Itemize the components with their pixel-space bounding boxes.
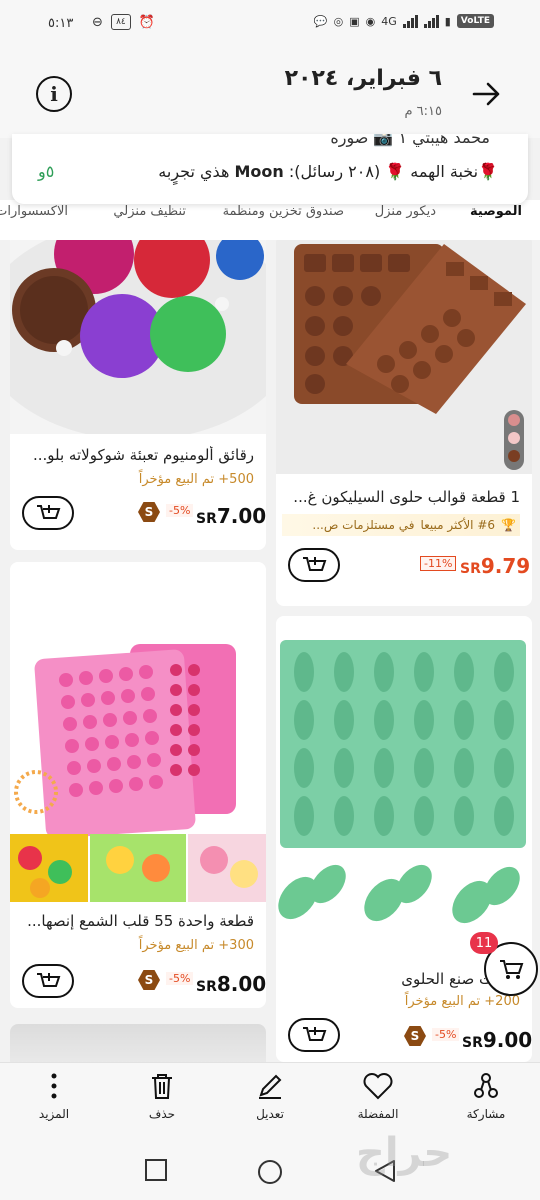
notification-group: 🌹نخبة الهمه 🌹 (٢٠٨ رسائل): [283, 162, 498, 181]
cart-plus-icon [37, 973, 61, 987]
status-bar: ٥:١٣ ⊖ ٨٤ ⏰ 💬 ◎ ▣ ◉ 4G ▮ VoLTE [0, 0, 540, 52]
notification-line1: محمد هيبتي ١ 📷 صوره [330, 134, 490, 147]
product-price: SR8.00 [196, 972, 266, 996]
cart-count-badge: 11 [470, 932, 498, 954]
alarm-icon: ⏰ [138, 14, 156, 30]
category-tabs: الموصية ديكور منزل صندوق تخزين ومنظمة تن… [0, 200, 540, 240]
product-grid: رقائق ألومنيوم تعبئة شوكولاته بلو... 500… [0, 240, 540, 1062]
favorite-button[interactable]: المفضلة [338, 1071, 418, 1121]
product-title: قطعة واحدة 55 قلب الشمع إنصها... [27, 912, 254, 930]
recents-icon[interactable] [144, 1158, 168, 1182]
product-card[interactable]: 1 قطعة قوالب حلوى السيليكون غ... 🏆 #6 ال… [276, 240, 532, 606]
trophy-icon: 🏆 [501, 518, 516, 532]
image-action-bar: مشاركة المفضلة تعديل حذف المزيد [0, 1062, 540, 1144]
favorite-label: المفضلة [357, 1107, 399, 1121]
message-icon: 💬 [313, 14, 328, 28]
info-icon[interactable]: i [36, 76, 72, 112]
product-card[interactable] [10, 1024, 266, 1062]
discount-label: -11% [420, 556, 457, 571]
add-to-cart-button[interactable] [22, 496, 74, 530]
more-label: المزيد [38, 1107, 70, 1121]
discount-label: -5% [166, 972, 194, 985]
add-to-cart-button[interactable] [288, 548, 340, 582]
dnd-icon: ⊖ [92, 14, 103, 30]
shipping-badge: S [404, 1026, 426, 1046]
notification-sender: Moon [234, 162, 284, 181]
product-card[interactable]: قطعة واحدة 55 قلب الشمع إنصها... 300+ تم… [10, 562, 266, 1008]
tab-home-decor[interactable]: ديكور منزل [375, 204, 436, 219]
watermark-logo: حراج [356, 1130, 453, 1176]
ranking-tag: 🏆 #6 الأكثر مبيعا في مستلزمات ص... [282, 514, 520, 536]
signal-2-icon [423, 14, 439, 28]
ranking-category[interactable]: في مستلزمات ص... [312, 518, 414, 532]
whatsapp-icon: ◎ [333, 14, 344, 28]
product-sold: 200+ تم البيع مؤخراً [404, 994, 520, 1009]
discount-label: -5% [166, 504, 194, 517]
discount-label: -5% [432, 1028, 460, 1041]
product-image [10, 562, 266, 902]
notification-message: هذي تجرٍبه [158, 162, 235, 181]
cart-icon [500, 960, 524, 979]
header-date: ٦ فبراير، ٢٠٢٤ [284, 66, 442, 91]
delete-label: حذف [148, 1107, 176, 1121]
share-label: مشاركة [466, 1107, 506, 1121]
volte-badge: VoLTE [456, 14, 494, 28]
tab-storage[interactable]: صندوق تخزين ومنظمة [223, 204, 344, 219]
add-to-cart-button[interactable] [22, 964, 74, 998]
product-price: SR9.00 [462, 1028, 532, 1052]
app-icon: ▣ [349, 14, 360, 28]
back-arrow-icon[interactable] [470, 78, 502, 110]
share-button[interactable]: مشاركة [446, 1071, 526, 1121]
product-price: SR9.79 [460, 554, 531, 578]
battery-saver-icon: ٨٤ [110, 14, 131, 30]
notification-count: ٥و [38, 162, 55, 181]
shipping-badge: S [138, 502, 160, 522]
header-time: ٦:١٥ م [404, 104, 442, 119]
ranking-label: #6 الأكثر مبيعا [420, 518, 496, 532]
tab-accessories[interactable]: الاكسسوارات [0, 204, 68, 219]
delete-button[interactable]: حذف [122, 1071, 202, 1121]
battery-icon: ▮ [444, 14, 451, 28]
product-sold: 300+ تم البيع مؤخراً [138, 938, 254, 953]
trash-icon [152, 1074, 172, 1099]
system-nav-bar [0, 1144, 540, 1200]
network-label: 4G [381, 14, 397, 28]
edit-label: تعديل [256, 1107, 284, 1121]
shipping-badge: S [138, 970, 160, 990]
share-icon [474, 1073, 498, 1098]
add-to-cart-button[interactable] [288, 1018, 340, 1052]
product-image [10, 1024, 266, 1062]
product-image [276, 616, 532, 946]
pencil-icon [259, 1074, 282, 1099]
signal-icon [402, 14, 418, 28]
cart-plus-icon [303, 557, 327, 571]
product-card[interactable]: ...مات صنع الحلوى 200+ تم البيع مؤخراً S… [276, 616, 532, 1062]
cart-plus-icon [303, 1027, 327, 1041]
product-image [10, 240, 266, 434]
tab-cleaning[interactable]: تنظيف منزلي [113, 204, 186, 219]
notification-line2: 🌹نخبة الهمه 🌹 (٢٠٨ رسائل): Moon هذي تجرٍ… [158, 162, 498, 181]
product-title: رقائق ألومنيوم تعبئة شوكولاته بلو... [32, 446, 254, 464]
product-card[interactable]: رقائق ألومنيوم تعبئة شوكولاته بلو... 500… [10, 240, 266, 550]
status-right-icons: 💬 ◎ ▣ ◉ 4G ▮ VoLTE [314, 14, 494, 28]
product-image [276, 240, 532, 474]
edit-button[interactable]: تعديل [230, 1071, 310, 1121]
viewer-header: i ٦ فبراير، ٢٠٢٤ ٦:١٥ م [0, 52, 540, 138]
status-time: ٥:١٣ [48, 16, 74, 31]
notification-card[interactable]: محمد هيبتي ١ 📷 صوره 🌹نخبة الهمه 🌹 (٢٠٨ ر… [12, 134, 528, 204]
product-price: SR7.00 [196, 504, 266, 528]
home-icon[interactable] [256, 1158, 284, 1186]
heart-icon [363, 1073, 393, 1100]
tab-recommended[interactable]: الموصية [470, 204, 522, 219]
product-sold: 500+ تم البيع مؤخراً [138, 472, 254, 487]
more-button[interactable]: المزيد [14, 1071, 94, 1121]
product-title: 1 قطعة قوالب حلوى السيليكون غ... [293, 488, 520, 506]
more-vertical-icon [51, 1073, 57, 1099]
hotspot-icon: ◉ [365, 14, 376, 28]
cart-plus-icon [37, 505, 61, 519]
status-left-icons: ⊖ ٨٤ ⏰ [92, 14, 155, 30]
